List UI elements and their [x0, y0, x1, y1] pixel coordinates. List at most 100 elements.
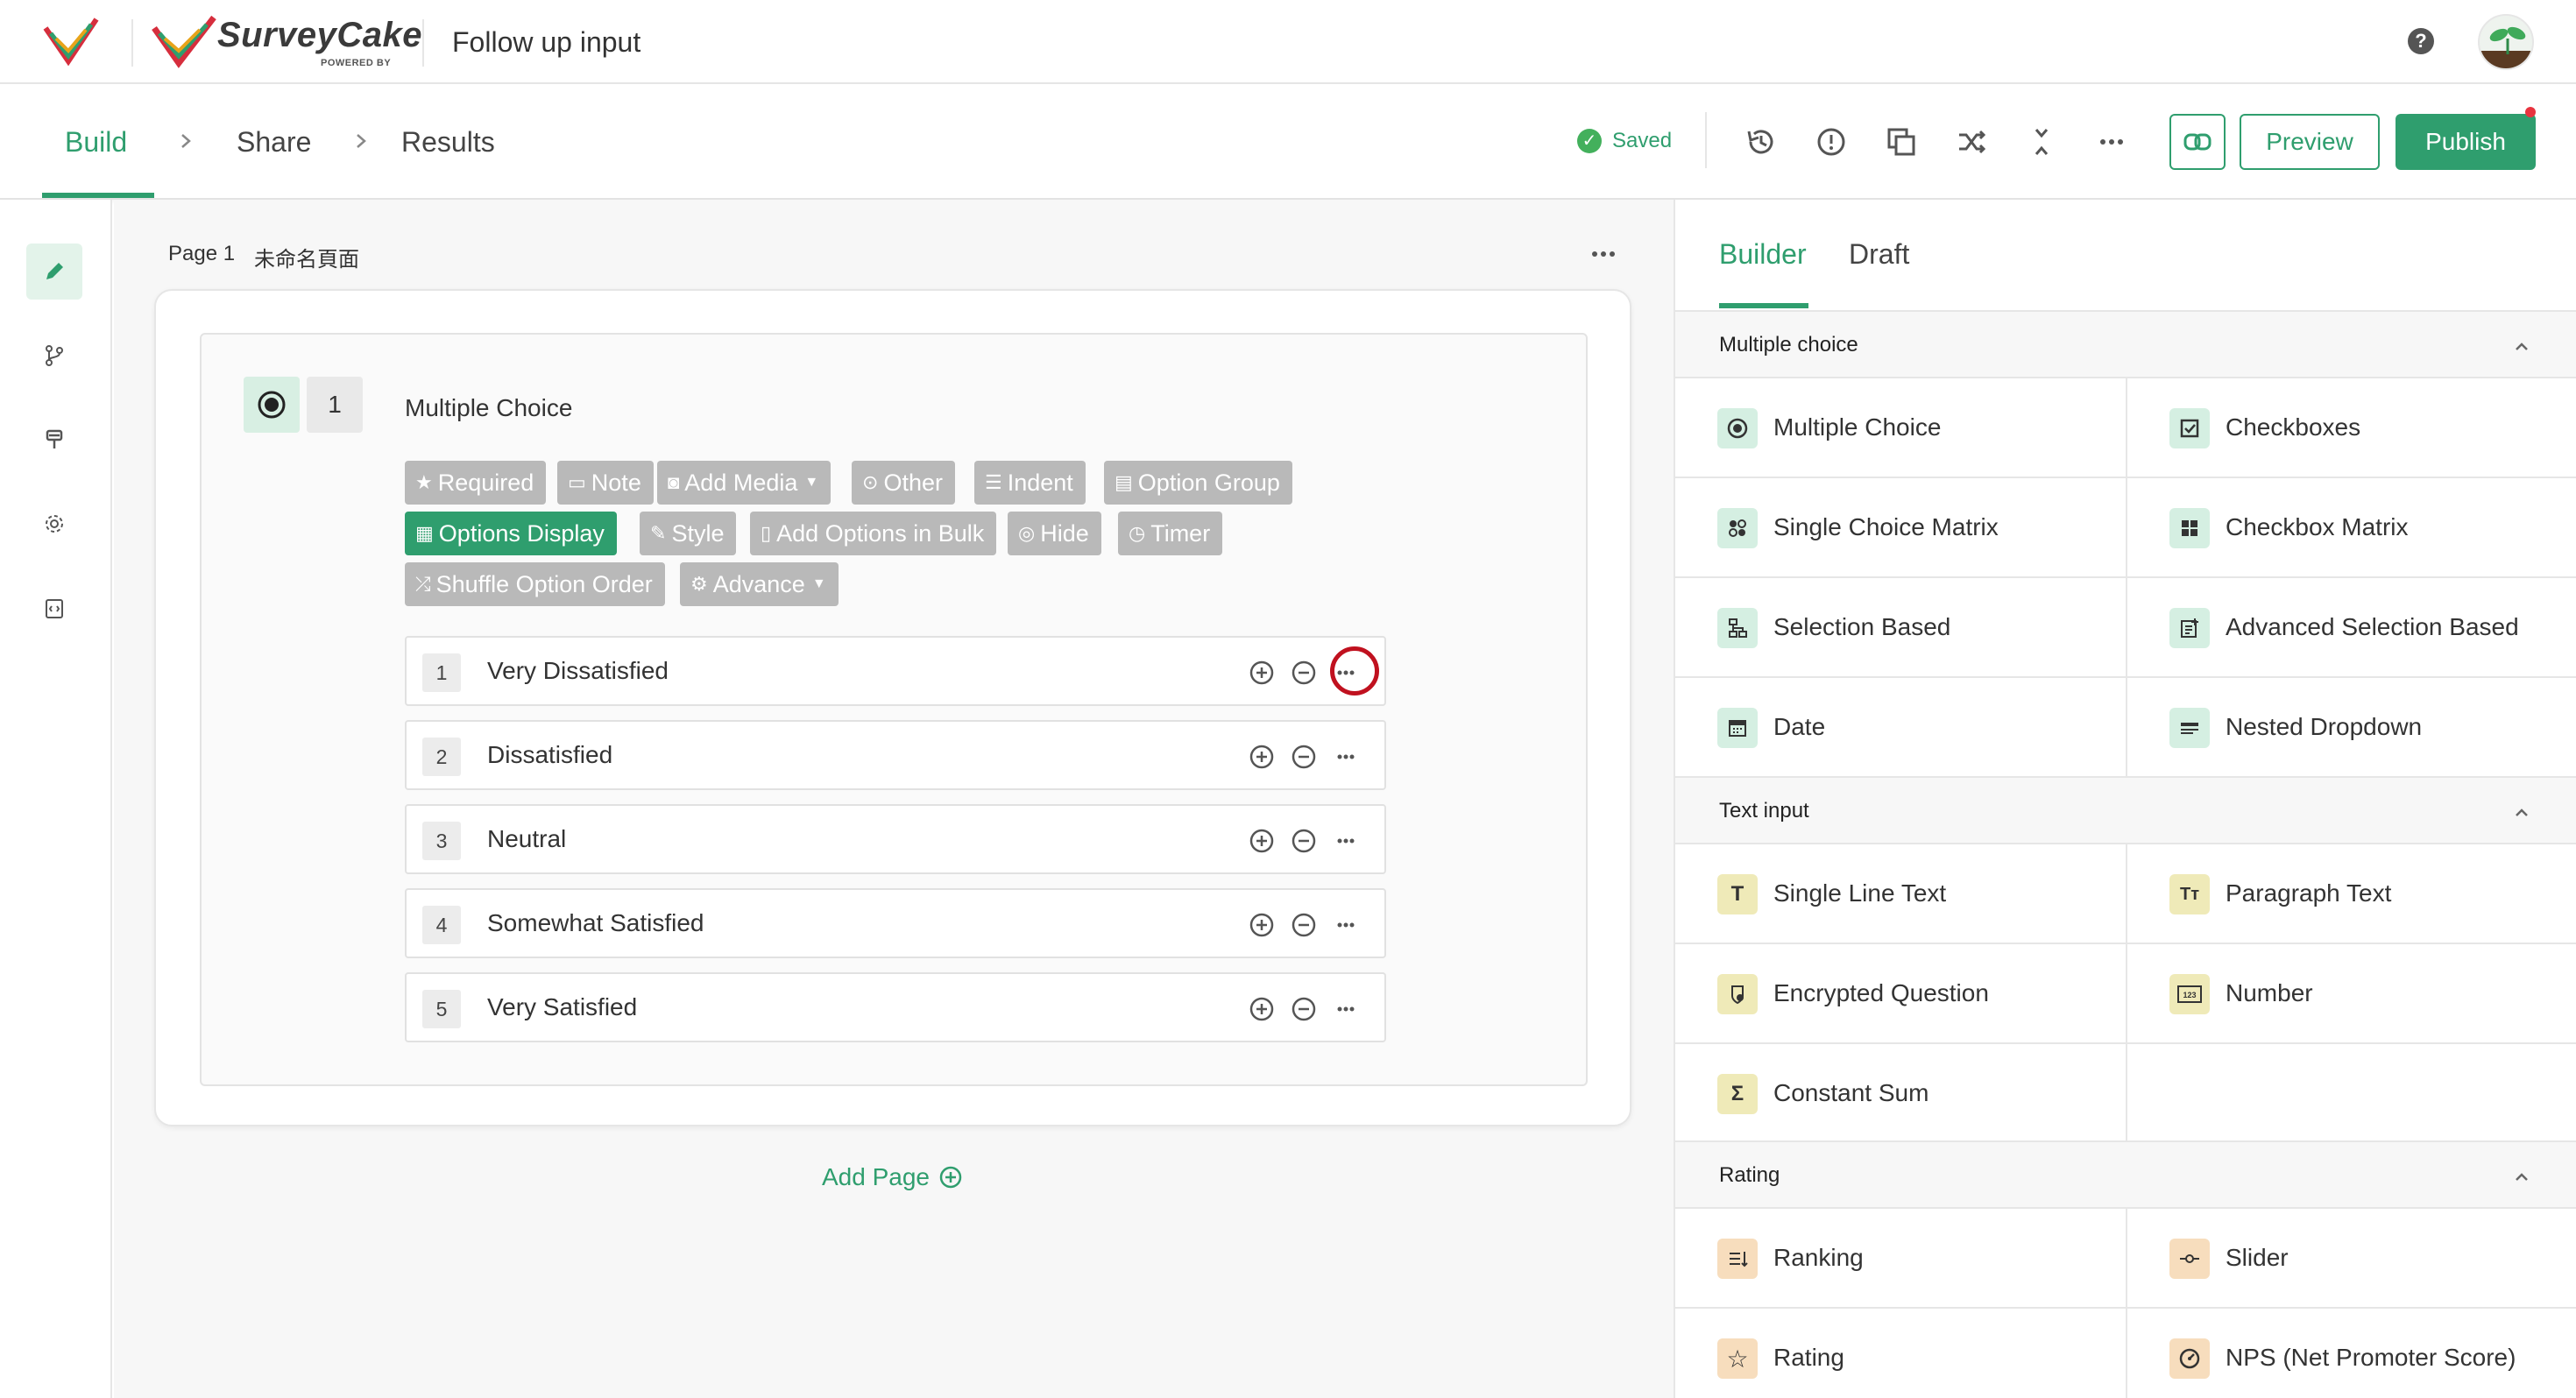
question-type-label: Single Line Text	[1773, 879, 1947, 907]
add-media-chip[interactable]: ◙ Add Media ▼	[657, 461, 832, 505]
remove-circle-icon[interactable]	[1290, 995, 1318, 1023]
page-name[interactable]: 未命名頁面	[254, 242, 359, 272]
question-type-constant-sum[interactable]: Σ Constant Sum	[1675, 1044, 2126, 1144]
option-row[interactable]: 3 Neutral	[405, 804, 1386, 874]
required-chip[interactable]: ★ Required	[405, 461, 547, 505]
question-type-number[interactable]: 123 Number	[2126, 944, 2576, 1044]
caret-down-icon: ▼	[811, 576, 826, 591]
section-title: Multiple choice	[1719, 333, 1858, 357]
question-type-rating[interactable]: ☆ Rating	[1675, 1309, 2126, 1398]
publish-button[interactable]: Publish	[2396, 114, 2536, 170]
step-build[interactable]: Build	[65, 126, 127, 159]
question-type-label: Selection Based	[1773, 613, 1951, 640]
settings-gear-icon[interactable]	[26, 496, 82, 552]
tab-draft[interactable]: Draft	[1849, 238, 1909, 271]
shuffle-icon[interactable]	[1952, 123, 1991, 161]
question-type-single-line-text[interactable]: T Single Line Text	[1675, 844, 2126, 944]
question-card[interactable]: 1 Multiple Choice ★ Required ▭ Note ◙ Add M…	[200, 333, 1588, 1086]
preview-button[interactable]: Preview	[2240, 114, 2380, 170]
add-circle-icon[interactable]	[1248, 659, 1276, 687]
question-type-paragraph-text[interactable]: Tт Paragraph Text	[2126, 844, 2576, 944]
theme-paint-icon[interactable]	[26, 412, 82, 468]
section-header-rating[interactable]: Rating	[1675, 1140, 2576, 1209]
number-icon: 123	[2169, 974, 2210, 1014]
note-chip[interactable]: ▭ Note	[557, 461, 654, 505]
question-type-single-choice-matrix[interactable]: Single Choice Matrix	[1675, 478, 2126, 578]
copy-icon[interactable]	[1882, 123, 1921, 161]
options-display-chip[interactable]: ▦ Options Display	[405, 512, 617, 555]
more-icon[interactable]	[1332, 827, 1360, 855]
indent-icon: ☰	[985, 471, 1002, 493]
add-circle-icon[interactable]	[1248, 911, 1276, 939]
question-type-ranking[interactable]: Ranking	[1675, 1209, 2126, 1309]
survey-title[interactable]: Follow up input	[452, 26, 640, 59]
question-type-label: Constant Sum	[1773, 1079, 1929, 1106]
option-label[interactable]: Dissatisfied	[487, 741, 612, 769]
question-type-encrypted-question[interactable]: Encrypted Question	[1675, 944, 2126, 1044]
question-type-advanced-selection-based[interactable]: Advanced Selection Based	[2126, 578, 2576, 678]
timer-chip[interactable]: ◷ Timer	[1118, 512, 1223, 555]
add-page-button[interactable]: Add Page	[822, 1163, 963, 1191]
question-number: 1	[307, 377, 363, 433]
surveycake-logo-icon[interactable]	[149, 12, 219, 70]
chevron-up-icon[interactable]	[2511, 802, 2532, 823]
other-chip[interactable]: ⊙ Other	[852, 461, 955, 505]
option-row[interactable]: 2 Dissatisfied	[405, 720, 1386, 790]
chip-label: Other	[883, 469, 943, 496]
add-options-bulk-chip[interactable]: ▯ Add Options in Bulk	[750, 512, 997, 555]
add-circle-icon[interactable]	[1248, 995, 1276, 1023]
option-row[interactable]: 5 Very Satisfied	[405, 972, 1386, 1042]
chevron-up-icon[interactable]	[2511, 1167, 2532, 1188]
edit-icon[interactable]	[26, 244, 82, 300]
avatar[interactable]	[2478, 14, 2534, 70]
section-header-multiple-choice[interactable]: Multiple choice	[1675, 310, 2576, 378]
more-icon[interactable]	[1332, 911, 1360, 939]
indent-chip[interactable]: ☰ Indent	[974, 461, 1086, 505]
hide-chip[interactable]: ◎ Hide	[1008, 512, 1101, 555]
logic-branch-icon[interactable]	[26, 328, 82, 384]
more-icon[interactable]	[1332, 995, 1360, 1023]
more-icon[interactable]	[2092, 123, 2131, 161]
question-type-checkboxes[interactable]: Checkboxes	[2126, 378, 2576, 478]
remove-circle-icon[interactable]	[1290, 743, 1318, 771]
step-share[interactable]: Share	[237, 126, 311, 159]
help-icon[interactable]: ?	[2408, 28, 2434, 54]
question-type-checkbox-matrix[interactable]: Checkbox Matrix	[2126, 478, 2576, 578]
question-type-nps[interactable]: NPS (Net Promoter Score)	[2126, 1309, 2576, 1398]
option-label[interactable]: Very Dissatisfied	[487, 657, 669, 685]
remove-circle-icon[interactable]	[1290, 659, 1318, 687]
section-header-text-input[interactable]: Text input	[1675, 776, 2576, 844]
collapse-icon[interactable]	[2022, 123, 2061, 161]
history-icon[interactable]	[1742, 123, 1780, 161]
question-type-date[interactable]: Date	[1675, 678, 2126, 778]
shuffle-option-order-chip[interactable]: ⤮ Shuffle Option Order	[405, 562, 665, 606]
share-link-button[interactable]	[2169, 114, 2226, 170]
add-circle-icon	[939, 1166, 962, 1189]
advance-chip[interactable]: ⚙ Advance ▼	[680, 562, 839, 606]
option-row[interactable]: 4 Somewhat Satisfied	[405, 888, 1386, 958]
style-chip[interactable]: ✎ Style	[640, 512, 737, 555]
option-row[interactable]: 1 Very Dissatisfied	[405, 636, 1386, 706]
question-type-selection-based[interactable]: Selection Based	[1675, 578, 2126, 678]
tab-builder[interactable]: Builder	[1719, 238, 1807, 271]
option-group-chip[interactable]: ▤ Option Group	[1104, 461, 1292, 505]
step-results[interactable]: Results	[401, 126, 495, 159]
option-label[interactable]: Somewhat Satisfied	[487, 909, 704, 937]
remove-circle-icon[interactable]	[1290, 827, 1318, 855]
add-circle-icon[interactable]	[1248, 743, 1276, 771]
surveycake-small-logo-icon[interactable]	[42, 16, 100, 68]
alert-icon[interactable]	[1812, 123, 1851, 161]
page-more-icon[interactable]	[1586, 244, 1621, 265]
question-type-slider[interactable]: Slider	[2126, 1209, 2576, 1309]
chevron-up-icon[interactable]	[2511, 336, 2532, 357]
option-label[interactable]: Neutral	[487, 825, 566, 853]
more-icon[interactable]	[1332, 743, 1360, 771]
question-type-label: NPS (Net Promoter Score)	[2226, 1344, 2516, 1371]
question-title[interactable]: Multiple Choice	[405, 394, 572, 422]
add-circle-icon[interactable]	[1248, 827, 1276, 855]
question-type-multiple-choice[interactable]: Multiple Choice	[1675, 378, 2126, 478]
option-label[interactable]: Very Satisfied	[487, 993, 637, 1021]
remove-circle-icon[interactable]	[1290, 911, 1318, 939]
question-type-nested-dropdown[interactable]: Nested Dropdown	[2126, 678, 2576, 778]
code-embed-icon[interactable]	[26, 580, 82, 636]
